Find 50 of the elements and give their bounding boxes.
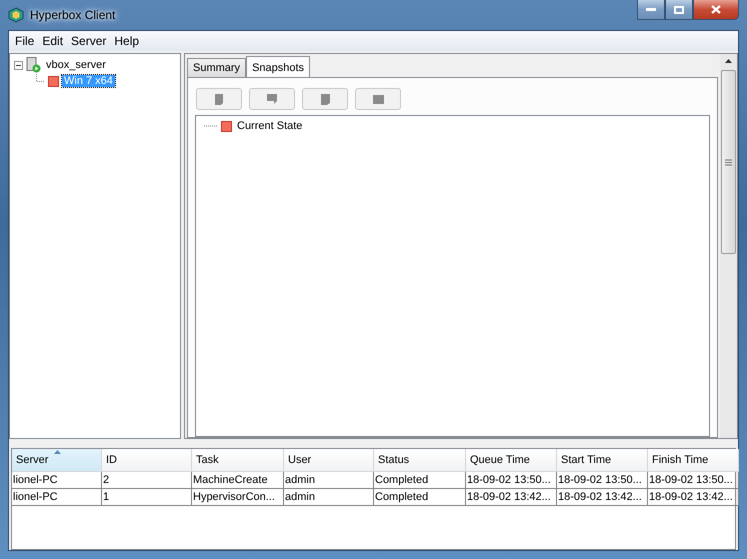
snapshot-icon [370,92,386,106]
table-cell: MachineCreate [192,472,284,489]
column-header[interactable]: Start Time [557,449,648,472]
column-header[interactable]: Finish Time [648,449,739,472]
menu-item[interactable]: File [11,34,38,48]
collapse-icon[interactable] [14,60,23,70]
table-cell: 18-09-02 13:42... [648,489,739,506]
table-cell: admin [284,489,374,506]
table-cell: Completed [374,489,466,506]
minimize-icon [646,8,656,12]
cube-icon [8,7,24,23]
column-header[interactable]: Status [374,449,466,472]
close-icon [711,5,721,14]
machine-icon [48,76,59,86]
tree-line [204,124,218,128]
table-cell: lionel-PC [12,472,102,489]
table-cell: Completed [374,472,466,489]
close-button[interactable] [693,0,739,20]
table-cell: 18-09-02 13:50... [466,472,557,489]
tree-item[interactable]: vbox_server [44,59,108,71]
table-cell: 18-09-02 13:50... [557,472,648,489]
column-header[interactable]: Task [192,449,284,472]
table-cell: 18-09-02 13:50... [648,472,739,489]
window-title: Hyperbox Client [30,8,116,22]
machine-icon [221,120,232,132]
table-cell: HypervisorCon... [192,489,284,506]
table-cell: 2 [102,472,192,489]
column-header[interactable]: Queue Time [466,449,557,472]
column-header[interactable]: ID [102,449,192,472]
scrollbar[interactable] [720,54,737,438]
menu-item[interactable]: Server [67,34,110,48]
column-header[interactable]: Server [12,449,102,472]
sort-arrow-icon [54,450,61,454]
maximize-icon [674,6,684,14]
server-icon [26,57,41,73]
table-cell: 1 [102,489,192,506]
minimize-button[interactable] [637,0,665,20]
table-cell: admin [284,472,374,489]
column-header[interactable]: User [284,449,374,472]
menu-item[interactable]: Edit [38,34,68,48]
table-cell: lionel-PC [12,489,102,506]
table-cell: 18-09-02 13:42... [466,489,557,506]
maximize-button[interactable] [665,0,693,20]
menu-item[interactable]: Help [110,34,144,48]
snapshot-icon [264,92,280,106]
tree-item[interactable]: Current State [235,120,304,132]
table-cell: 18-09-02 13:42... [557,489,648,506]
tab[interactable]: Snapshots [246,56,310,78]
scroll-thumb[interactable] [721,70,736,254]
tab[interactable]: Summary [187,58,246,78]
